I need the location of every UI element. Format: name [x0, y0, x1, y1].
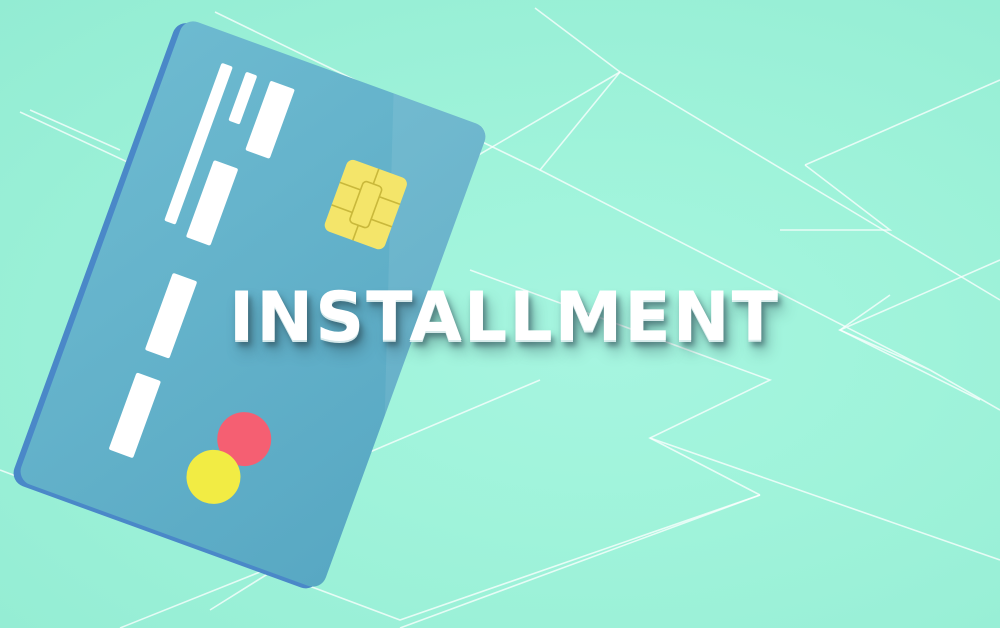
banner-image: INSTALLMENT [0, 0, 1000, 628]
headline-text: INSTALLMENT [229, 278, 780, 357]
